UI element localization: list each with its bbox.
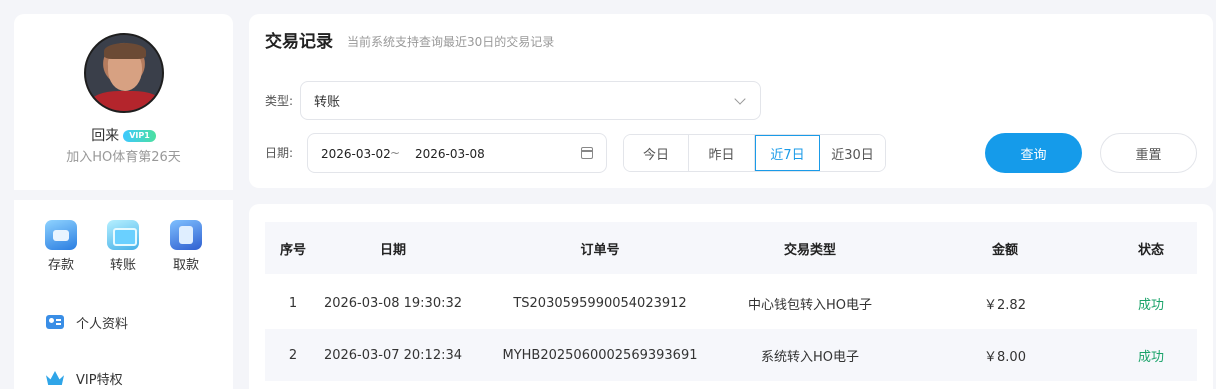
user-sidebar: 回来 VIP1 加入HO体育第26天 存款 转账 取款 个人资料 VIP特权 — [14, 14, 233, 389]
quick-action-label: 转账 — [109, 258, 136, 273]
avatar-hair — [104, 43, 146, 59]
date-start[interactable]: 2026-03-02 — [321, 146, 391, 162]
cell-date: 2026-03-07 20:12:34 — [323, 347, 463, 363]
deposit-icon — [45, 220, 77, 250]
cell-status: 成功 — [1137, 297, 1164, 313]
header-amount: 金额 — [991, 242, 1018, 258]
menu-item-label: VIP特权 — [76, 372, 123, 388]
user-name: 回来 — [91, 128, 120, 144]
date-separator: ~ — [390, 146, 401, 160]
cell-date: 2026-03-08 19:30:32 — [323, 295, 463, 311]
avatar-shirt — [90, 91, 162, 111]
sidebar-divider — [14, 190, 233, 200]
page-title: 交易记录 — [265, 32, 333, 52]
transfer-icon — [107, 220, 139, 250]
withdraw-icon — [170, 220, 202, 250]
quick-action-withdraw[interactable]: 取款 — [164, 220, 208, 274]
quick-date-today[interactable]: 今日 — [624, 135, 689, 171]
quick-action-transfer[interactable]: 转账 — [101, 220, 145, 274]
type-select-value: 转账 — [314, 95, 341, 110]
quick-action-deposit[interactable]: 存款 — [39, 220, 83, 274]
table-header: 序号 日期 订单号 交易类型 金额 状态 — [265, 222, 1197, 274]
calendar-icon[interactable] — [581, 147, 593, 159]
type-label: 类型: — [265, 94, 294, 108]
vip-badge: VIP1 — [123, 130, 156, 142]
avatar[interactable] — [84, 33, 164, 113]
menu-item-vip[interactable]: VIP特权 — [46, 368, 123, 388]
cell-amount: ￥2.82 — [984, 297, 1026, 313]
crown-icon — [46, 371, 64, 385]
table-row: 1 2026-03-08 19:30:32 TS2030595990054023… — [265, 277, 1197, 329]
type-select[interactable]: 转账 — [300, 81, 761, 120]
header-index: 序号 — [279, 242, 306, 258]
quick-action-label: 取款 — [172, 258, 199, 273]
header-date: 日期 — [379, 242, 406, 258]
quick-date-30days[interactable]: 近30日 — [820, 135, 885, 171]
cell-type: 系统转入HO电子 — [760, 349, 859, 365]
profile-card-icon — [46, 315, 64, 329]
cell-amount: ￥8.00 — [984, 349, 1026, 365]
page-subtitle: 当前系统支持查询最近30日的交易记录 — [347, 35, 555, 49]
cell-type: 中心钱包转入HO电子 — [747, 297, 872, 313]
chevron-down-icon — [734, 93, 746, 105]
filter-panel: 交易记录 当前系统支持查询最近30日的交易记录 类型: 转账 日期: 2026-… — [249, 14, 1213, 188]
date-range-picker[interactable]: 2026-03-02 ~ 2026-03-08 — [307, 133, 607, 173]
query-button[interactable]: 查询 — [985, 133, 1082, 173]
transaction-table: 序号 日期 订单号 交易类型 金额 状态 1 2026-03-08 19:30:… — [249, 204, 1213, 389]
cell-status: 成功 — [1137, 349, 1164, 365]
menu-item-label: 个人资料 — [76, 316, 129, 332]
date-end[interactable]: 2026-03-08 — [415, 146, 485, 162]
cell-index: 1 — [288, 295, 298, 311]
cell-index: 2 — [288, 347, 298, 363]
join-days-text: 加入HO体育第26天 — [66, 150, 181, 165]
quick-date-7days[interactable]: 近7日 — [755, 135, 820, 171]
date-label: 日期: — [265, 146, 294, 160]
header-status: 状态 — [1137, 242, 1164, 258]
user-name-row: 回来 VIP1 — [14, 126, 233, 146]
quick-date-yesterday[interactable]: 昨日 — [689, 135, 755, 171]
quick-date-group: 今日 昨日 近7日 近30日 — [623, 134, 886, 172]
reset-button[interactable]: 重置 — [1100, 133, 1197, 173]
table-row: 2 2026-03-07 20:12:34 MYHB20250600025693… — [265, 329, 1197, 381]
menu-item-profile[interactable]: 个人资料 — [46, 312, 128, 332]
header-type: 交易类型 — [783, 242, 836, 258]
quick-action-label: 存款 — [47, 258, 74, 273]
